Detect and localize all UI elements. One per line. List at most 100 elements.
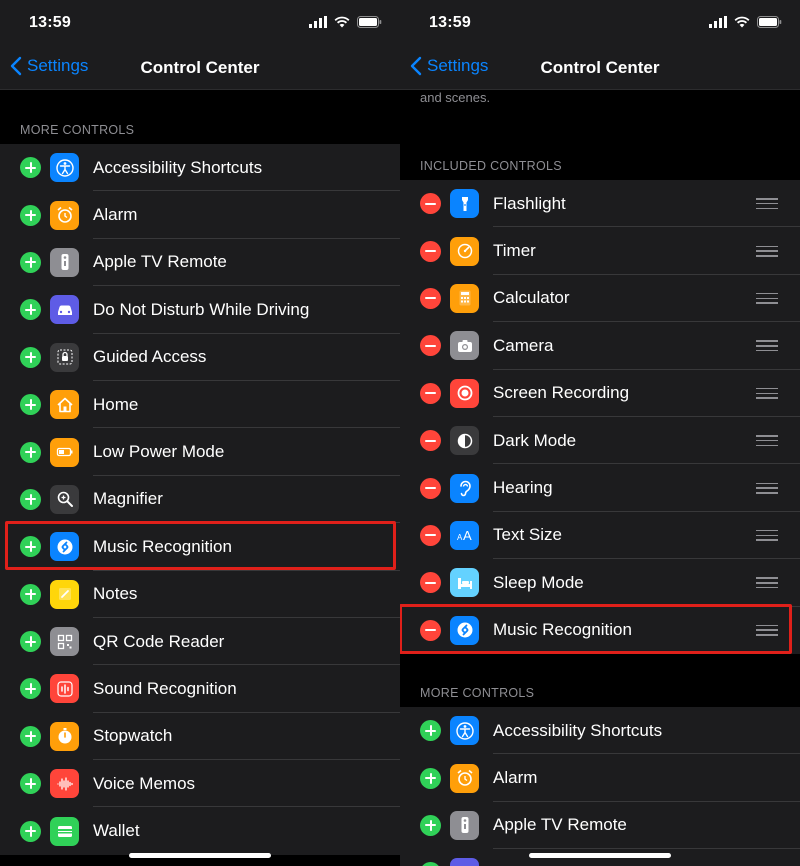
row-label: Music Recognition [493,620,632,640]
add-control-button[interactable] [20,299,41,321]
shazam-icon [450,615,479,645]
add-control-button[interactable] [20,678,41,700]
row-label: Wallet [93,821,140,841]
settings-list[interactable]: and scenes. INCLUDED CONTROLS Flashlight… [400,90,800,866]
add-control-button[interactable] [20,157,41,179]
list-item[interactable]: Alarm [400,754,800,802]
remote-icon [50,247,79,277]
remove-control-button[interactable] [420,382,441,404]
add-control-button[interactable] [420,767,441,789]
home-indicator[interactable] [129,853,271,858]
row-label: Alarm [493,768,538,788]
remove-control-button[interactable] [420,619,441,641]
page-title: Control Center [540,58,660,77]
list-item[interactable]: Alarm [0,191,400,239]
row-label: Flashlight [493,193,566,213]
add-control-button[interactable] [20,251,41,273]
home-indicator[interactable] [529,853,671,858]
right-screen: 13:59 Settings Control Center and scenes… [400,0,800,866]
row-label: Magnifier [93,489,163,509]
list-item[interactable]: Home [0,381,400,429]
status-icons [309,16,382,28]
list-item[interactable]: A A Text Size [400,512,800,560]
list-item[interactable]: Sound Recognition [0,665,400,713]
notes-icon [50,579,79,609]
list-item[interactable]: Guided Access [0,334,400,381]
svg-text:A: A [463,528,472,543]
list-item[interactable]: Low Power Mode [0,428,400,476]
add-control-button[interactable] [420,862,441,866]
reorder-handle-icon[interactable] [756,577,778,589]
list-item[interactable]: Stopwatch [0,713,400,761]
wifi-icon [334,16,350,28]
list-item[interactable]: QR Code Reader [0,618,400,666]
row-label: Camera [493,335,554,355]
wifi-icon [734,16,750,28]
reorder-handle-icon[interactable] [756,245,778,257]
remove-control-button[interactable] [420,430,441,452]
row-label: Stopwatch [93,726,173,746]
settings-list[interactable]: MORE CONTROLS Accessibility Shortcuts Ala… [0,90,400,866]
remove-control-button[interactable] [420,287,441,309]
list-item[interactable]: Timer [400,227,800,275]
list-item[interactable]: Calculator [400,275,800,323]
flashlight-icon [450,189,479,219]
add-control-button[interactable] [20,631,41,653]
add-control-button[interactable] [20,820,41,842]
list-item[interactable]: Wallet [0,807,400,854]
add-control-button[interactable] [20,536,41,558]
list-item[interactable]: Flashlight [400,180,800,228]
row-label: Text Size [493,525,562,545]
list-item[interactable]: Sleep Mode [400,559,800,607]
list-item[interactable]: Music Recognition [0,523,400,571]
add-control-button[interactable] [20,346,41,368]
add-control-button[interactable] [20,725,41,747]
row-label: Dark Mode [493,430,577,450]
remove-control-button[interactable] [420,335,441,357]
more-controls-group: Accessibility Shortcuts Alarm Apple TV Rem… [0,144,400,855]
reorder-handle-icon[interactable] [756,292,778,304]
list-item[interactable]: Do Not Disturb While Driving [0,286,400,334]
remove-control-button[interactable] [420,193,441,215]
add-control-button[interactable] [20,441,41,463]
remove-control-button[interactable] [420,572,441,594]
list-item[interactable]: Notes [0,571,400,618]
calculator-icon [450,283,479,313]
bed-icon [450,568,479,598]
reorder-handle-icon[interactable] [756,482,778,494]
list-item[interactable]: Apple TV Remote [0,239,400,287]
add-control-button[interactable] [20,773,41,795]
list-item[interactable]: Camera [400,322,800,370]
add-control-button[interactable] [420,814,441,836]
remove-control-button[interactable] [420,477,441,499]
status-time: 13:59 [29,14,71,31]
status-bar: 13:59 [400,0,800,46]
list-item[interactable]: Accessibility Shortcuts [400,707,800,755]
row-label: Hearing [493,478,553,498]
reorder-handle-icon[interactable] [756,435,778,447]
remove-control-button[interactable] [420,240,441,262]
reorder-handle-icon[interactable] [756,529,778,541]
add-control-button[interactable] [420,720,441,742]
remove-control-button[interactable] [420,524,441,546]
list-item[interactable]: Screen Recording [400,370,800,417]
reorder-handle-icon[interactable] [756,624,778,636]
add-control-button[interactable] [20,204,41,226]
list-item[interactable]: Apple TV Remote [400,802,800,850]
add-control-button[interactable] [20,394,41,416]
list-item[interactable]: Dark Mode [400,417,800,465]
row-label: QR Code Reader [93,631,225,651]
list-item[interactable]: Hearing [400,464,800,512]
list-item[interactable]: Music Recognition [400,607,800,654]
battery-icon [357,16,382,28]
row-label: Timer [493,241,536,261]
list-item[interactable]: Voice Memos [0,760,400,808]
reorder-handle-icon[interactable] [756,387,778,399]
reorder-handle-icon[interactable] [756,198,778,210]
add-control-button[interactable] [20,488,41,510]
cellular-signal-icon [709,16,727,28]
list-item[interactable]: Magnifier [0,476,400,524]
add-control-button[interactable] [20,583,41,605]
reorder-handle-icon[interactable] [756,340,778,352]
list-item[interactable]: Accessibility Shortcuts [0,144,400,192]
